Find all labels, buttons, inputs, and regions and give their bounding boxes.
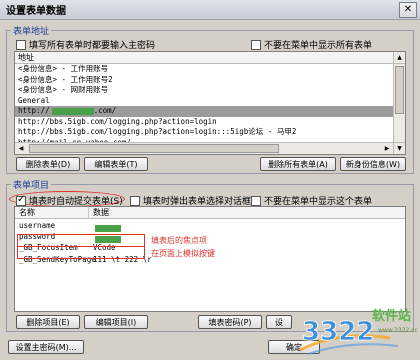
scroll-down-icon[interactable]: ▼ <box>394 142 405 154</box>
list-item[interactable]: http://bbs.5igb.com/logging.php?action=l… <box>15 117 405 128</box>
delete-all-forms-button[interactable]: 删除所有表单(A) <box>260 157 336 171</box>
title-bar: 设置表单数据 ✕ <box>0 0 420 20</box>
list-item[interactable]: http:// .com/ <box>15 106 405 117</box>
form-items-table[interactable]: 名称 数据 username password _GB_FocusItem VC… <box>14 206 406 312</box>
delete-item-button[interactable]: 删除项目(E) <box>16 315 80 329</box>
list-item[interactable]: <身份信息> - 工作用账号2 <box>15 75 405 86</box>
list-item-text: <身份信息> - 工作用账号2 <box>18 74 113 84</box>
list-item-text: <身份信息> - 工作用账号 <box>18 64 109 73</box>
item-name: username <box>19 221 56 230</box>
set-master-password-button[interactable]: 设置主密码(M)... <box>8 340 84 354</box>
close-icon: ✕ <box>403 3 413 15</box>
master-password-checkbox[interactable]: 填写所有表单时都要输入主密码 <box>16 38 155 51</box>
scroll-thumb[interactable] <box>395 66 404 114</box>
form-list-vscroll[interactable]: ▲ ▼ <box>393 52 405 154</box>
hscroll-thumb[interactable] <box>29 144 279 153</box>
scroll-left-icon[interactable]: ◀ <box>15 143 27 154</box>
window-title: 设置表单数据 <box>6 6 66 17</box>
site-watermark-logo: 3322 软件站 www.3322.cc <box>299 308 418 355</box>
hide-all-forms-check-box[interactable] <box>251 39 261 50</box>
name-column-header[interactable]: 名称 <box>15 207 89 219</box>
list-item-text: http:// <box>18 106 50 115</box>
forms-group-legend: 表单地址 <box>11 24 52 37</box>
item-value-blurred <box>93 222 121 233</box>
watermark-url: www.3322.cc <box>378 327 418 334</box>
items-group-legend: 表单项目 <box>11 178 52 191</box>
auto-submit-check-box[interactable] <box>16 194 26 206</box>
edit-item-button[interactable]: 编辑项目(I) <box>84 315 148 329</box>
address-column-header[interactable]: 地址 <box>15 52 405 64</box>
hide-all-forms-checkbox[interactable]: 不要在菜单中显示所有表单 <box>251 38 372 51</box>
list-item-text: General <box>18 95 50 105</box>
focus-item-annotation: 填表后的焦点项 <box>151 236 207 245</box>
list-item[interactable]: <身份信息> - 网财用账号 <box>15 85 405 96</box>
scroll-up-icon[interactable]: ▲ <box>394 52 405 64</box>
edit-form-button[interactable]: 编辑表单(T) <box>84 157 148 171</box>
close-button[interactable]: ✕ <box>399 1 417 18</box>
delete-form-button[interactable]: 删除表单(D) <box>16 157 80 171</box>
data-column-header[interactable]: 数据 <box>89 207 405 219</box>
form-list-hscroll[interactable]: ◀ ▶ <box>15 142 393 154</box>
list-item[interactable]: http://bbs.5igb.com/logging.php?action=l… <box>15 127 405 138</box>
redacted-text <box>51 107 94 115</box>
master-password-check-label: 填写所有表单时都要输入主密码 <box>29 41 156 51</box>
sendkey-highlight <box>17 246 145 259</box>
list-item[interactable]: General <box>15 96 405 107</box>
sendkey-annotation: 在页面上模拟按键 <box>151 249 215 258</box>
master-password-check-box[interactable] <box>16 39 26 50</box>
list-item-suffix: .com/ <box>93 106 117 115</box>
popup-select-check-box[interactable] <box>130 195 140 206</box>
list-item-text: http://bbs.5igb.com/logging.php?action=l… <box>18 116 217 126</box>
watermark-brand: 3322 <box>302 317 374 347</box>
list-item-text: <身份信息> - 网财用账号 <box>18 85 109 94</box>
new-identity-button[interactable]: 新身份信息(W) <box>340 157 406 171</box>
list-item[interactable]: <身份信息> - 工作用账号 <box>15 64 405 75</box>
list-item-text: http://bbs.5igb.com/logging.php?action=l… <box>18 127 297 136</box>
form-address-list[interactable]: 地址 <身份信息> - 工作用账号 <身份信息> - 工作用账号2 <身份信息> -… <box>14 51 406 155</box>
scroll-right-icon[interactable]: ▶ <box>381 143 393 154</box>
hide-all-forms-check-label: 不要在菜单中显示所有表单 <box>264 41 373 51</box>
watermark-tag: 软件站 <box>372 308 411 324</box>
hide-form-check-box[interactable] <box>251 195 261 206</box>
fill-password-button[interactable]: 填表密码(P) <box>198 315 262 329</box>
